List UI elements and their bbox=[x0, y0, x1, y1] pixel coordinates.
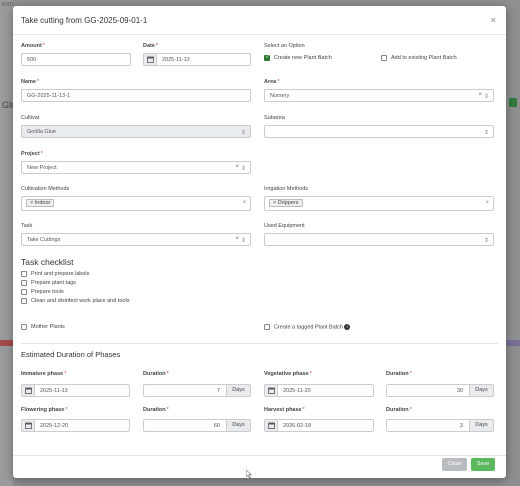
close-button[interactable]: Close bbox=[442, 458, 467, 471]
immature-duration-input[interactable]: 7 Days bbox=[143, 384, 251, 397]
take-cutting-modal: Take cutting from GG-2025-09-01-1 × Amou… bbox=[13, 6, 506, 478]
checklist-item: Prepare tools bbox=[31, 289, 64, 295]
modal-header: Take cutting from GG-2025-09-01-1 × bbox=[13, 6, 506, 35]
flowering-duration-label: Duration* bbox=[143, 407, 169, 413]
used-equipment-select[interactable]: ⇕ bbox=[264, 233, 494, 246]
amount-label: Amount* bbox=[21, 43, 45, 49]
days-unit-addon: Days bbox=[226, 420, 250, 431]
mouse-cursor-icon bbox=[246, 470, 252, 478]
date-input[interactable]: 2025-11-13 bbox=[143, 53, 251, 66]
project-label: Project* bbox=[21, 151, 43, 157]
select-caret-icon: ⇕ bbox=[240, 129, 246, 136]
checklist-checkbox[interactable] bbox=[21, 289, 27, 295]
harvest-phase-label: Harvest phase* bbox=[264, 407, 305, 413]
clear-icon[interactable]: × bbox=[478, 92, 482, 98]
flowering-duration-input[interactable]: 60 Days bbox=[143, 419, 251, 432]
vegetative-date-input[interactable]: 2025-11-20 bbox=[264, 384, 374, 397]
background-red-bar bbox=[0, 340, 14, 346]
cultivation-methods-label: Cultivation Methods bbox=[21, 186, 70, 192]
checklist-checkbox[interactable] bbox=[21, 280, 27, 286]
immature-phase-label: Immature phase* bbox=[21, 371, 67, 377]
flowering-phase-label: Flowering phase* bbox=[21, 407, 68, 413]
select-option-label: Select an Option bbox=[264, 43, 305, 49]
checklist-item: Clean and disinfect work place and tools bbox=[31, 298, 130, 304]
checklist-checkbox[interactable] bbox=[21, 271, 27, 277]
used-equipment-label: Used Equipment bbox=[264, 223, 305, 229]
area-select[interactable]: Nursery × ⇕ bbox=[264, 89, 494, 102]
mother-plants-checkbox[interactable] bbox=[21, 324, 27, 330]
harvest-date-input[interactable]: 2026-02-18 bbox=[264, 419, 374, 432]
phases-title: Estimated Duration of Phases bbox=[21, 350, 121, 359]
select-caret-icon: ⇕ bbox=[483, 93, 489, 100]
create-new-batch-checkbox[interactable] bbox=[264, 54, 270, 61]
tagged-batch-label: Create a tagged Plant Batch i bbox=[274, 324, 351, 330]
tagged-batch-checkbox[interactable] bbox=[264, 324, 270, 330]
immature-duration-label: Duration* bbox=[143, 371, 169, 377]
select-caret-icon: ⇕ bbox=[240, 237, 246, 244]
save-button[interactable]: Save bbox=[471, 458, 495, 471]
info-icon[interactable]: i bbox=[344, 324, 351, 330]
days-unit-addon: Days bbox=[226, 385, 250, 396]
clear-icon[interactable]: × bbox=[242, 200, 246, 206]
checklist-checkbox[interactable] bbox=[21, 298, 27, 304]
add-existing-batch-checkbox[interactable] bbox=[381, 55, 387, 61]
checklist-item: Print and prepare labels bbox=[31, 271, 90, 277]
select-caret-icon: ⇕ bbox=[240, 165, 246, 172]
select-caret-icon: ⇕ bbox=[483, 237, 489, 244]
create-new-batch-label: Create new Plant Batch bbox=[274, 55, 332, 61]
days-unit-addon: Days bbox=[469, 420, 493, 431]
cultivation-tag[interactable]: × Indoor bbox=[26, 199, 55, 207]
cultivar-select: Gorilla Glue ⇕ bbox=[21, 125, 251, 138]
subarea-label: Subarea bbox=[264, 115, 285, 121]
clear-icon[interactable]: × bbox=[485, 200, 489, 206]
flowering-date-input[interactable]: 2025-12-20 bbox=[21, 419, 130, 432]
add-existing-batch-label: Add to existing Plant Batch bbox=[391, 55, 457, 61]
harvest-duration-input[interactable]: 3 Days bbox=[386, 419, 494, 432]
calendar-icon bbox=[22, 420, 35, 431]
calendar-icon bbox=[144, 54, 157, 65]
calendar-icon bbox=[265, 420, 278, 431]
task-select[interactable]: Take Cuttings × ⇕ bbox=[21, 233, 251, 246]
date-label: Date* bbox=[143, 43, 159, 49]
background-left-panel bbox=[0, 0, 13, 486]
calendar-icon bbox=[22, 385, 35, 396]
cultivar-label: Cultivar bbox=[21, 115, 40, 121]
checklist-item: Prepare plant tags bbox=[31, 280, 76, 286]
amount-input[interactable]: 500 bbox=[21, 53, 131, 66]
project-select[interactable]: New Project × ⇕ bbox=[21, 161, 251, 174]
vegetative-duration-input[interactable]: 30 Days bbox=[386, 384, 494, 397]
clear-icon[interactable]: × bbox=[235, 236, 239, 242]
harvest-duration-label: Duration* bbox=[386, 407, 412, 413]
vegetative-duration-label: Duration* bbox=[386, 371, 412, 377]
task-checklist-title: Task checklist bbox=[21, 257, 74, 267]
calendar-icon bbox=[265, 385, 278, 396]
name-input[interactable]: GG-2025-11-13-1 bbox=[21, 89, 251, 102]
mother-plants-label: Mother Plants bbox=[31, 324, 65, 330]
area-label: Area* bbox=[264, 79, 280, 85]
irrigation-methods-select[interactable]: × Drippers × bbox=[264, 196, 494, 211]
immature-date-input[interactable]: 2025-11-13 bbox=[21, 384, 130, 397]
footer-divider bbox=[13, 455, 506, 456]
irrigation-tag[interactable]: × Drippers bbox=[269, 199, 303, 207]
vegetative-phase-label: Vegetative phase* bbox=[264, 371, 312, 377]
days-unit-addon: Days bbox=[469, 385, 493, 396]
name-label: Name* bbox=[21, 79, 40, 85]
task-label: Task bbox=[21, 223, 33, 229]
clear-icon[interactable]: × bbox=[235, 164, 239, 170]
background-header-text: ENTI bbox=[2, 2, 14, 8]
close-icon[interactable]: × bbox=[491, 15, 496, 25]
cultivation-methods-select[interactable]: × Indoor × bbox=[21, 196, 251, 211]
divider bbox=[21, 343, 498, 344]
irrigation-methods-label: Irrigation Methods bbox=[264, 186, 309, 192]
subarea-select[interactable]: ⇕ bbox=[264, 125, 494, 138]
modal-title: Take cutting from GG-2025-09-01-1 bbox=[21, 16, 148, 25]
background-trash-icon bbox=[509, 98, 517, 107]
background-purple-bar bbox=[506, 340, 520, 346]
select-caret-icon: ⇕ bbox=[483, 129, 489, 136]
